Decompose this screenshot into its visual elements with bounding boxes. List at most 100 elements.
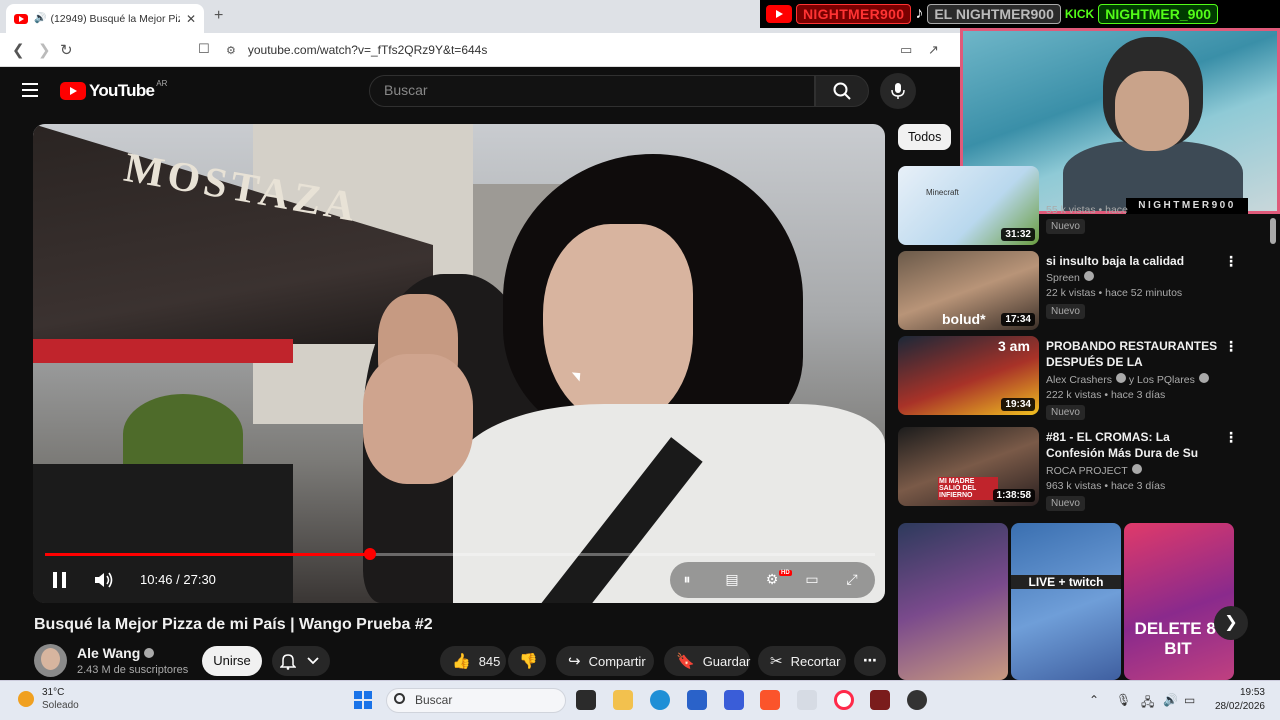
channel-name[interactable]: Ale Wang (77, 645, 140, 661)
filter-chip-all[interactable]: Todos (898, 124, 952, 150)
recommendation-channel[interactable]: Alex Crashers (1046, 374, 1112, 386)
sun-icon[interactable] (18, 691, 34, 707)
microsoft-store-icon[interactable] (687, 690, 707, 710)
recommendation-thumbnail[interactable]: 3 am 19:34 (898, 336, 1039, 415)
url-field[interactable]: ⚙ youtube.com/watch?v=_fTfs2QRz9Y&t=644s (226, 38, 956, 62)
fullscreen-icon[interactable]: ⤢ (843, 571, 861, 587)
dislike-button[interactable]: 👎 (508, 646, 546, 676)
scrollbar-thumb[interactable] (1270, 218, 1276, 244)
app-icon[interactable] (797, 690, 817, 710)
brave-browser-icon[interactable] (760, 690, 780, 710)
recommendation-channel[interactable]: Spreen (1046, 272, 1080, 284)
share-label: Compartir (588, 653, 646, 669)
recommendation-title[interactable]: PROBANDO RESTAURANTES DESPUÉS DE LA MEDI… (1046, 338, 1221, 372)
edge-browser-icon[interactable] (650, 690, 670, 710)
volume-icon[interactable] (94, 571, 114, 589)
video-duration: 17:34 (1001, 313, 1035, 326)
browser-tab[interactable]: 🔊 (12949) Busqué la Mejor Pizza de mi Pa… (6, 4, 204, 33)
theater-mode-icon[interactable]: ▭ (803, 571, 821, 587)
shorts-text: LIVE + twitch (1011, 575, 1121, 589)
recommendation-thumbnail[interactable]: MI MADRE SALIÓ DEL INFIERNO 1:38:58 (898, 427, 1039, 506)
kebab-menu-icon[interactable]: ⋮ (1224, 338, 1238, 355)
new-tab-button[interactable]: + (214, 7, 223, 25)
recommendation-channel-row[interactable]: Spreen (1046, 271, 1094, 284)
video-player[interactable]: MOSTAZA (33, 124, 885, 603)
forward-icon[interactable]: ❯ (38, 41, 51, 59)
youtube-wordmark: YouTube (89, 81, 155, 100)
more-actions-button[interactable]: ⋯ (854, 646, 886, 676)
opera-icon[interactable] (834, 690, 854, 710)
task-view-icon[interactable] (576, 690, 596, 710)
recommendation-channel-2[interactable]: y Los PQlares (1129, 374, 1195, 386)
channel-avatar[interactable] (34, 644, 67, 677)
speaker-icon[interactable]: 🔊 (34, 13, 46, 24)
search-input[interactable]: Buscar (369, 75, 815, 107)
tab-close-icon[interactable]: ✕ (186, 12, 196, 26)
cast-icon[interactable]: ▭ (900, 42, 912, 58)
save-button[interactable]: 🔖 Guardar (664, 646, 750, 676)
youtube-play-icon (60, 82, 86, 100)
file-explorer-icon[interactable] (613, 690, 633, 710)
kebab-menu-icon[interactable]: ⋮ (1224, 253, 1238, 270)
sidebar-scrollbar[interactable] (1268, 216, 1276, 680)
record-app-icon[interactable] (907, 690, 927, 710)
kebab-menu-icon[interactable]: ⋮ (1224, 429, 1238, 446)
weather-description[interactable]: Soleado (42, 700, 79, 711)
bookmark-icon[interactable]: ☐ (198, 41, 210, 57)
network-icon[interactable]: 🖧 (1141, 693, 1154, 714)
share-page-icon[interactable]: ↗ (928, 42, 939, 58)
taskbar-search[interactable]: Buscar (386, 688, 566, 713)
recommendation-item[interactable]: Minecraft 31:32 55 k vistas • hace Nuevo (898, 166, 1260, 246)
tiktok-icon: ♪ (915, 5, 924, 22)
back-icon[interactable]: ❮ (12, 41, 25, 59)
clock-date[interactable]: 28/02/2026 (1208, 701, 1265, 712)
verified-icon (144, 648, 155, 658)
youtube-logo[interactable]: YouTube AR (60, 79, 167, 101)
verified-icon (1115, 373, 1126, 383)
video-host-face (543, 224, 693, 424)
hamburger-menu-icon[interactable] (22, 83, 38, 97)
autoplay-toggle-icon[interactable]: ⏸ (678, 571, 696, 587)
recommendation-title[interactable]: si insulto baja la calidad (1046, 253, 1221, 269)
tray-expand-icon[interactable]: ⌃ (1089, 693, 1099, 707)
pause-icon[interactable] (53, 572, 67, 588)
recommendation-thumbnail[interactable]: bolud* 17:34 (898, 251, 1039, 330)
shorts-thumbnail[interactable] (898, 523, 1008, 680)
recommendation-meta: 55 k vistas • hace (1046, 204, 1128, 216)
channel-name-row[interactable]: Ale Wang (77, 645, 155, 661)
weather-temperature[interactable]: 31°C (42, 687, 64, 698)
search-button[interactable] (815, 75, 869, 107)
kick-channel-name: NIGHTMER_900 (1098, 4, 1219, 24)
recommendation-thumbnail[interactable]: Minecraft 31:32 (898, 166, 1039, 245)
clip-button[interactable]: ✂ Recortar (758, 646, 846, 676)
shorts-thumbnail[interactable]: LIVE + twitch (1011, 523, 1121, 680)
recommendation-item[interactable]: bolud* 17:34 si insulto baja la calidad … (898, 251, 1260, 331)
recommendation-channel-row[interactable]: Alex Crashers y Los PQlares (1046, 373, 1209, 386)
start-windows-icon[interactable] (354, 691, 372, 709)
join-button[interactable]: Unirse (202, 646, 262, 676)
recommendation-channel-row[interactable]: ROCA PROJECT (1046, 464, 1142, 477)
shorts-thumbnail[interactable]: DELETE 8-BIT (1124, 523, 1234, 680)
volume-tray-icon[interactable]: 🔊 (1163, 693, 1178, 707)
thumbs-down-icon: 👎 (519, 653, 538, 670)
webcam-streamer-face (1115, 71, 1189, 151)
site-settings-icon[interactable]: ⚙ (226, 44, 236, 57)
shorts-next-button[interactable]: ❯ (1214, 606, 1248, 640)
subtitles-icon[interactable]: ▤ (723, 571, 741, 587)
recommendation-item[interactable]: MI MADRE SALIÓ DEL INFIERNO 1:38:58 #81 … (898, 427, 1260, 511)
recommendation-channel[interactable]: ROCA PROJECT (1046, 465, 1128, 477)
reload-icon[interactable]: ↻ (60, 41, 73, 59)
share-button[interactable]: ↪ Compartir (556, 646, 654, 676)
microphone-tray-icon[interactable]: 🎙 (1116, 693, 1131, 707)
voice-search-button[interactable] (880, 73, 916, 109)
like-button[interactable]: 👍 845 (440, 646, 506, 676)
battery-icon[interactable]: ▭ (1184, 693, 1195, 707)
app-icon[interactable] (870, 690, 890, 710)
clock-time[interactable]: 19:53 (1227, 687, 1265, 698)
notification-bell-button[interactable] (272, 646, 330, 676)
windows-taskbar (0, 680, 1280, 720)
recommendation-title[interactable]: #81 - EL CROMAS: La Confesión Más Dura d… (1046, 429, 1221, 463)
recommendation-item[interactable]: 3 am 19:34 PROBANDO RESTAURANTES DESPUÉS… (898, 336, 1260, 420)
progress-bar[interactable] (45, 548, 875, 560)
visual-studio-icon[interactable] (724, 690, 744, 710)
